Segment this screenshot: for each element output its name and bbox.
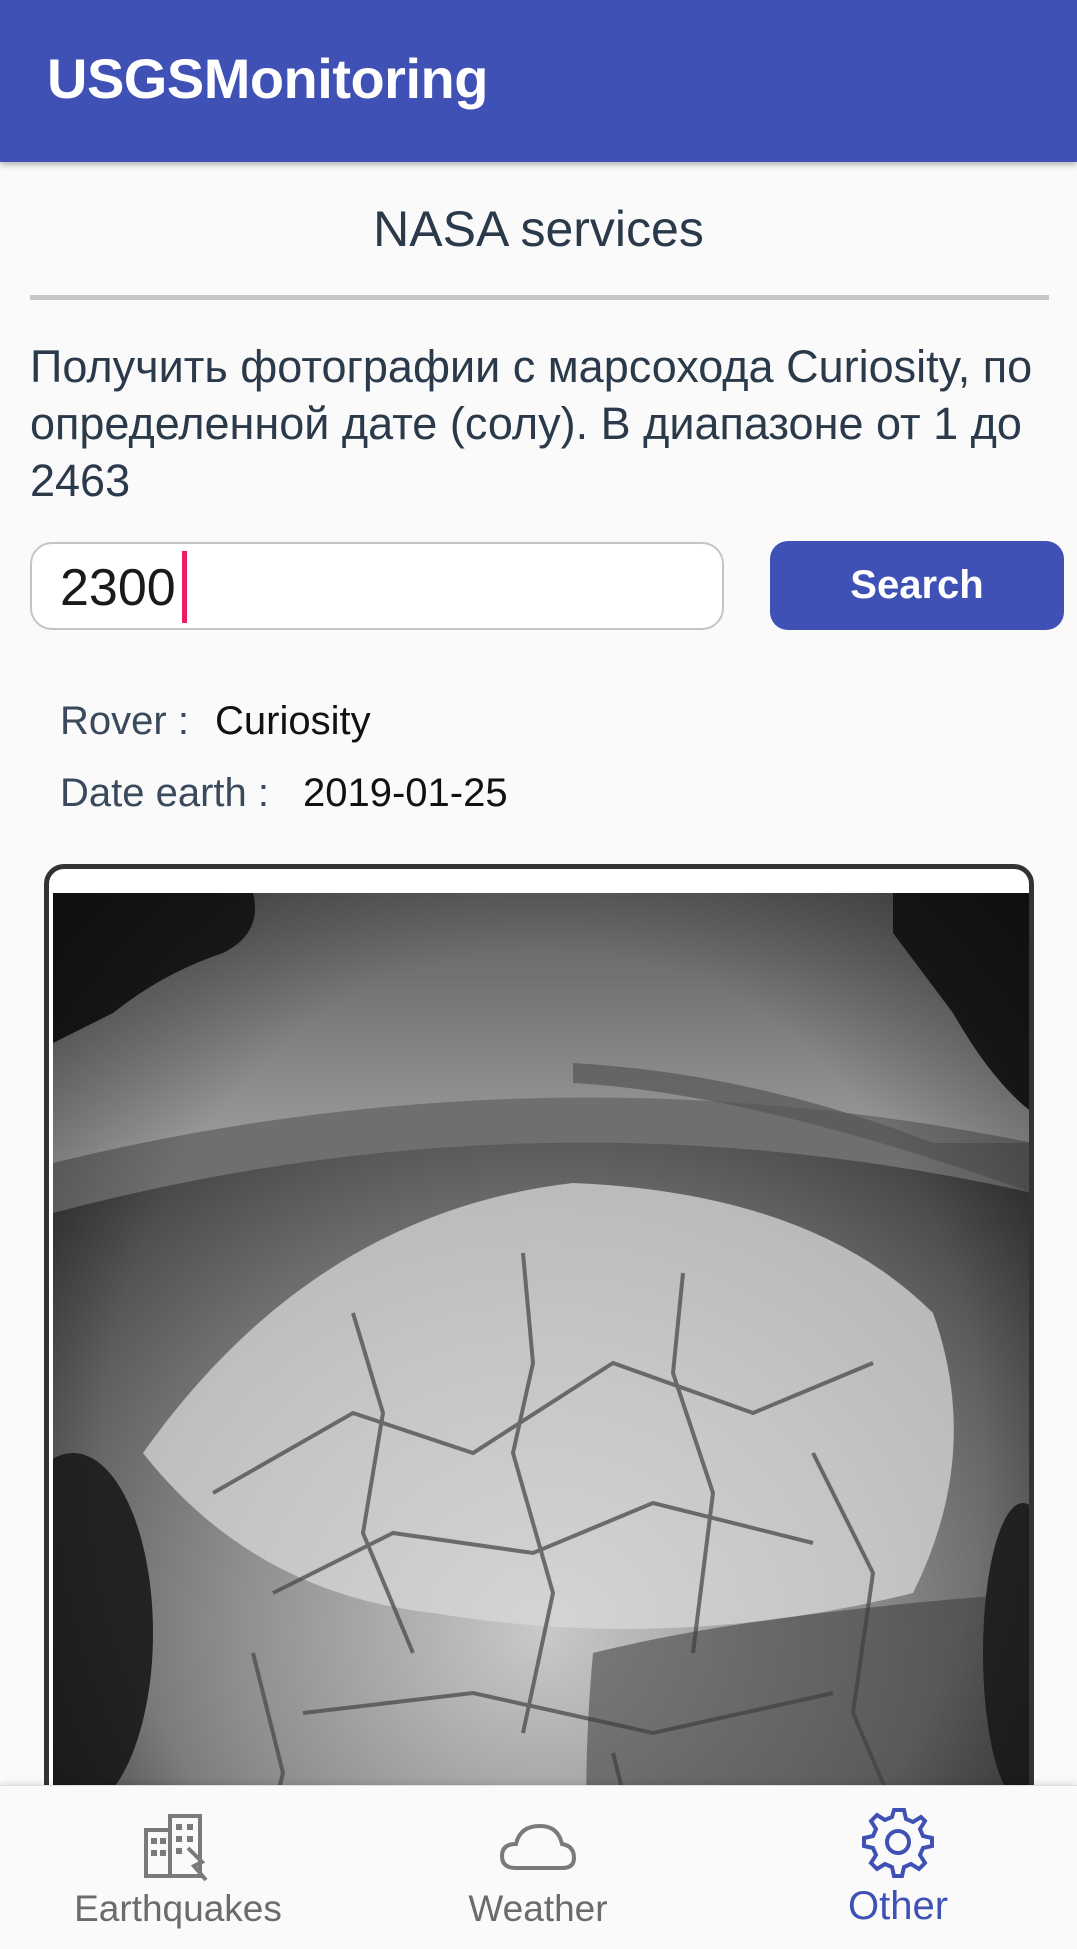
description-text: Получить фотографии с марсохода Curiosit…	[30, 341, 1033, 506]
sol-input-value: 2300	[60, 559, 176, 617]
nav-label-earthquakes: Earthquakes	[74, 1888, 282, 1929]
nav-item-earthquakes[interactable]: Earthquakes	[28, 1786, 328, 1949]
sol-input[interactable]: 2300	[30, 542, 724, 630]
nav-item-other[interactable]: Other	[748, 1786, 1048, 1949]
buildings-icon	[144, 1814, 208, 1882]
section-title: NASA services	[373, 201, 704, 257]
nav-label-weather: Weather	[468, 1888, 608, 1929]
section-divider	[30, 295, 1049, 300]
rover-label: Rover :	[60, 699, 189, 743]
gear-icon	[862, 1808, 934, 1878]
search-button[interactable]: Search	[770, 541, 1064, 630]
rover-value: Curiosity	[215, 699, 371, 743]
date-earth-label: Date earth :	[60, 771, 270, 815]
app-bar: USGSMonitoring	[0, 0, 1077, 162]
text-caret	[182, 551, 187, 623]
nav-label-other: Other	[847, 1884, 949, 1928]
app-title: USGSMonitoring	[47, 47, 488, 110]
bottom-navigation: Earthquakes Weather Other	[0, 1785, 1077, 1949]
cloud-icon	[499, 1823, 577, 1870]
nav-item-weather[interactable]: Weather	[388, 1786, 688, 1949]
date-earth-value: 2019-01-25	[303, 771, 508, 815]
